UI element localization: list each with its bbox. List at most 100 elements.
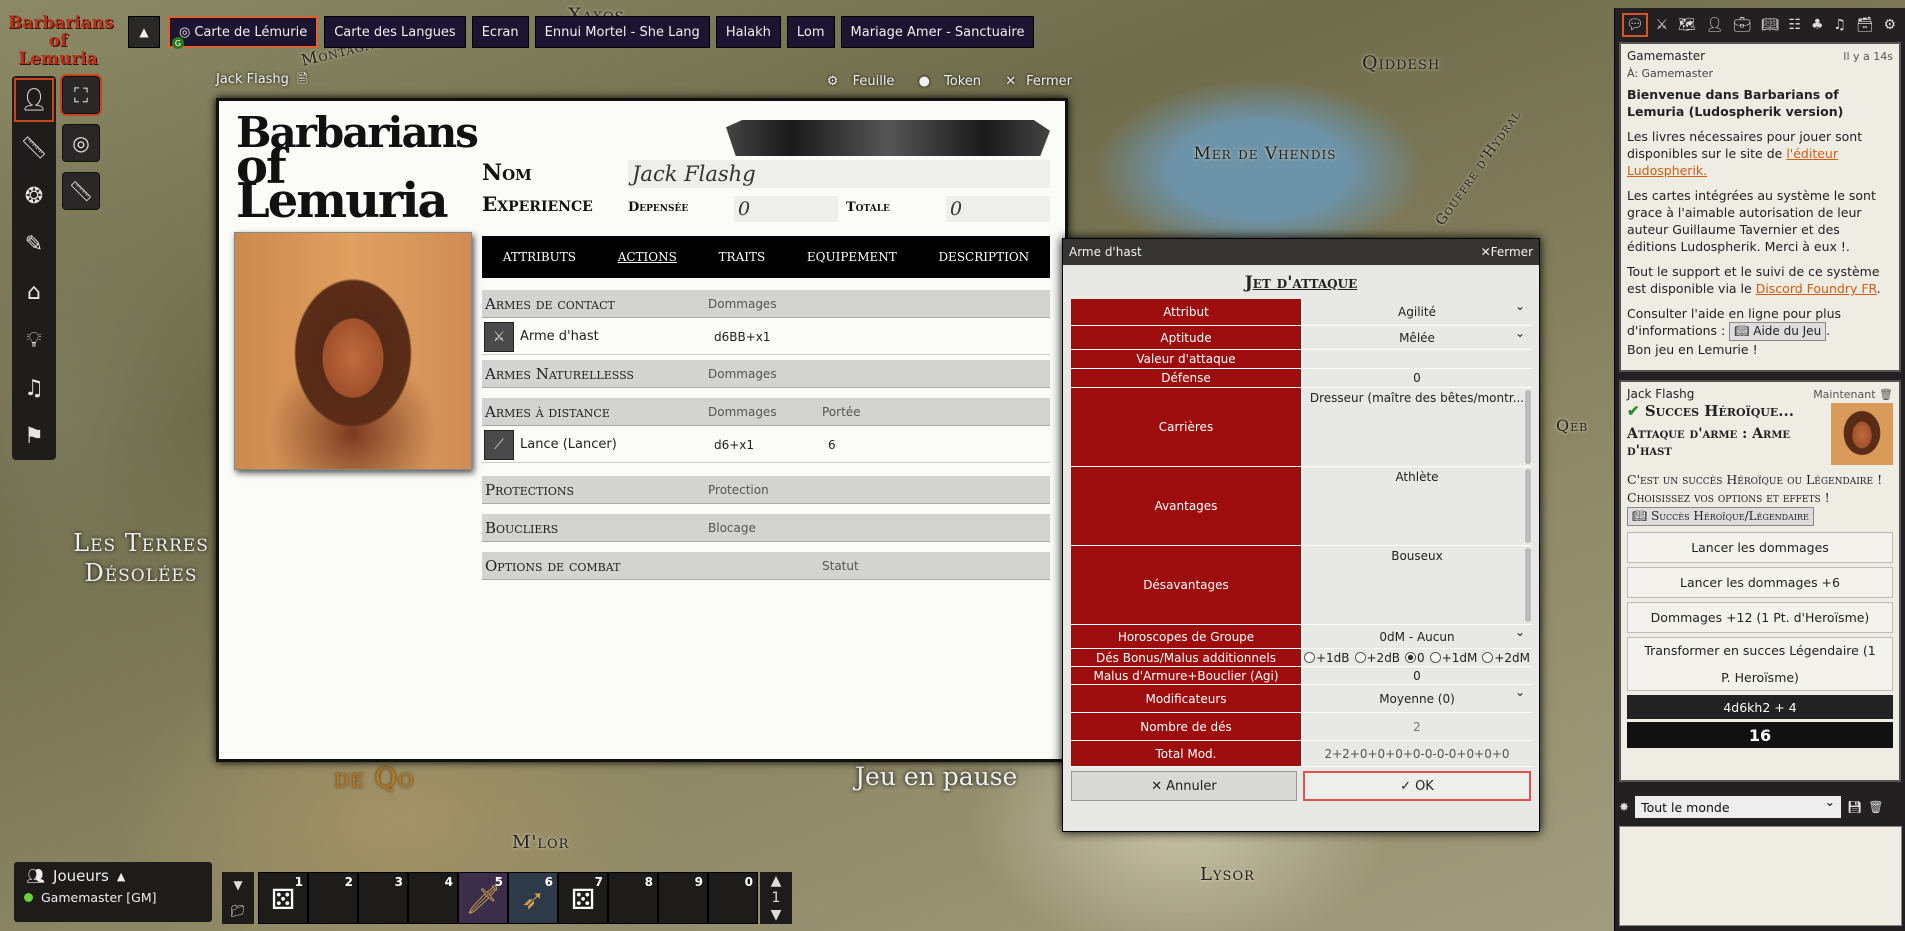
radio-plus1db[interactable]: +1dB <box>1304 651 1350 665</box>
scene-tab-carte-de-lemurie[interactable]: ◎ Carte de Lémurie G <box>168 16 319 49</box>
chat-message-input[interactable] <box>1619 826 1902 926</box>
player-entry[interactable]: Gamemaster [GM] <box>14 890 212 905</box>
token-config-button[interactable]: ● Token <box>909 74 981 89</box>
tab-attributs[interactable]: Attributs <box>503 250 576 264</box>
help-journal-link[interactable]: 📖︎ Aide du Jeu <box>1729 322 1827 341</box>
scene-tab-halakh[interactable]: Halakh <box>715 16 781 48</box>
damage-plus12-button[interactable]: Dommages +12 (1 Pt. d'Heroïsme) <box>1627 602 1893 633</box>
modifiers-select[interactable]: Moyenne (0) <box>1303 685 1531 712</box>
combat-icon[interactable]: ⚔ <box>1656 17 1669 33</box>
export-chat-icon[interactable]: 💾︎ <box>1847 800 1862 814</box>
scene-nav-toggle[interactable]: ▲ <box>128 16 160 48</box>
drawing-controls-icon[interactable]: ✎ <box>12 220 56 268</box>
weapon-damage[interactable]: d6+x1 <box>708 438 822 452</box>
ok-button[interactable]: ✓ OK <box>1303 771 1531 801</box>
radio-zero[interactable]: 0 <box>1405 651 1425 665</box>
dialog-header[interactable]: Arme d'hast ✕Fermer <box>1063 239 1539 265</box>
macro-slot[interactable]: ➶ 6 <box>508 872 558 924</box>
players-header[interactable]: 👥︎ Joueurs ▲ <box>14 862 212 890</box>
dice-total[interactable]: 16 <box>1627 722 1893 748</box>
cancel-button[interactable]: ✕ Annuler <box>1071 771 1297 801</box>
scene-tab-lom[interactable]: Lom <box>786 16 835 48</box>
items-icon[interactable]: 💼︎ <box>1733 17 1751 33</box>
ruler-icon[interactable]: 📏︎ <box>62 172 100 210</box>
playlists-icon[interactable]: ♫ <box>1833 17 1846 33</box>
compendium-icon[interactable]: 🗃︎ <box>1856 17 1874 33</box>
walls-controls-icon[interactable]: ⌂ <box>12 268 56 316</box>
tab-traits[interactable]: Traits <box>719 250 766 264</box>
weapon-name[interactable]: Arme d'hast <box>514 329 708 344</box>
folder-icon[interactable]: 📁︎ <box>230 904 245 918</box>
scene-tab-mariage-amer[interactable]: Mariage Amer - Sanctuaire <box>840 16 1035 48</box>
macro-slot[interactable]: 🗡︎ 5 <box>458 872 508 924</box>
scrollbar[interactable] <box>1525 390 1531 464</box>
macro-slot[interactable]: 8 <box>608 872 658 924</box>
macro-slot[interactable]: ⚄ 1 <box>258 872 308 924</box>
discord-link[interactable]: Discord Foundry FR <box>1756 281 1877 296</box>
expand-icon[interactable]: ⛶ <box>60 74 102 116</box>
weapon-damage[interactable]: d6BB+x1 <box>708 330 822 344</box>
macro-slot[interactable]: 4 <box>408 872 458 924</box>
weapon-name[interactable]: Lance (Lancer) <box>514 437 708 452</box>
spear-icon[interactable]: ⟋ <box>484 429 514 460</box>
dice-count-input[interactable]: 2 <box>1303 713 1531 740</box>
sheet-close-button[interactable]: ✕ Fermer <box>995 74 1072 89</box>
macro-slot[interactable]: 3 <box>358 872 408 924</box>
tab-actions[interactable]: Actions <box>618 250 677 264</box>
lighting-controls-icon[interactable]: 💡︎ <box>12 316 56 364</box>
sheet-window-header[interactable]: Jack Flashg 🖹︎ ⚙ Feuille ● Token ✕ Fermer <box>216 70 1072 92</box>
careers-multiselect[interactable]: Dresseur (maître des bêtes/montr... <box>1303 388 1531 466</box>
chevron-up-icon[interactable]: ▲ <box>771 873 782 889</box>
macro-slot[interactable]: 2 <box>308 872 358 924</box>
character-portrait[interactable] <box>234 232 472 470</box>
macro-slot[interactable]: 9 <box>658 872 708 924</box>
dialog-close-button[interactable]: ✕Fermer <box>1481 245 1533 259</box>
settings-icon[interactable]: ⚙ <box>1883 17 1896 33</box>
macro-slot[interactable]: ⚄ 7 <box>558 872 608 924</box>
disadvantages-multiselect[interactable]: Bouseux <box>1303 546 1531 624</box>
scrollbar[interactable] <box>1525 469 1531 543</box>
aptitude-select[interactable]: Mêlée <box>1303 326 1531 349</box>
weapon-row-lance[interactable]: ⟋ Lance (Lancer) d6+x1 6 <box>482 427 1050 463</box>
notes-controls-icon[interactable]: ⚑ <box>12 412 56 460</box>
scene-tab-carte-des-langues[interactable]: Carte des Langues <box>324 16 466 48</box>
roll-mode-select[interactable]: Tout le monde <box>1635 794 1842 818</box>
total-input[interactable]: 0 <box>946 196 1050 222</box>
horoscope-select[interactable]: 0dM - Aucun <box>1303 625 1531 648</box>
tiles-controls-icon[interactable]: ❂ <box>12 172 56 220</box>
scene-tab-ennui-mortel[interactable]: Ennui Mortel - She Lang <box>534 16 710 48</box>
chevron-down-icon[interactable]: ▼ <box>771 907 782 923</box>
token-controls-icon[interactable]: 👤︎ <box>12 76 56 124</box>
journal-icon[interactable]: 📖︎ <box>1761 17 1779 33</box>
heroic-success-link[interactable]: 📖︎ Succès Héroïque/Légendaire <box>1627 507 1814 526</box>
chat-icon[interactable]: 💬︎ <box>1621 13 1648 37</box>
roll-damage-plus6-button[interactable]: Lancer les dommages +6 <box>1627 567 1893 598</box>
disadvantages-option[interactable]: Bouseux <box>1391 549 1443 563</box>
polearm-icon[interactable]: ⚔ <box>484 321 514 352</box>
spent-input[interactable]: 0 <box>734 196 838 222</box>
scrollbar[interactable] <box>1525 548 1531 622</box>
radio-plus1dm[interactable]: +1dM <box>1430 651 1478 665</box>
clear-chat-icon[interactable]: 🗑︎ <box>1868 800 1883 814</box>
scenes-icon[interactable]: 🗺︎ <box>1678 17 1696 33</box>
weapon-row-arme-dhast[interactable]: ⚔ Arme d'hast d6BB+x1 <box>482 319 1050 355</box>
sheet-config-button[interactable]: ⚙ Feuille <box>817 74 895 89</box>
caret-down-icon[interactable]: ▼ <box>233 878 242 892</box>
radio-plus2dm[interactable]: +2dM <box>1482 651 1530 665</box>
cards-icon[interactable]: ♣ <box>1811 17 1824 33</box>
tab-equipement[interactable]: Equipement <box>807 250 897 264</box>
target-icon[interactable]: ◎ <box>62 124 100 162</box>
defense-input[interactable]: 0 <box>1303 369 1531 387</box>
sound-controls-icon[interactable]: ♫ <box>12 364 56 412</box>
advantages-option[interactable]: Athlète <box>1395 470 1438 484</box>
scene-tab-ecran[interactable]: Ecran <box>471 16 529 48</box>
trash-icon[interactable]: 🗑︎ <box>1879 388 1893 401</box>
weapon-range[interactable]: 6 <box>822 438 936 452</box>
name-input[interactable]: Jack Flashg <box>628 160 1050 188</box>
dice-tray-icon[interactable]: ✸ <box>1619 800 1629 814</box>
careers-option[interactable]: Dresseur (maître des bêtes/montr... <box>1310 391 1524 405</box>
attribut-select[interactable]: Agilité <box>1303 299 1531 325</box>
roll-damage-button[interactable]: Lancer les dommages <box>1627 532 1893 563</box>
tab-description[interactable]: Description <box>938 250 1029 264</box>
actors-icon[interactable]: 👤︎ <box>1706 17 1724 33</box>
